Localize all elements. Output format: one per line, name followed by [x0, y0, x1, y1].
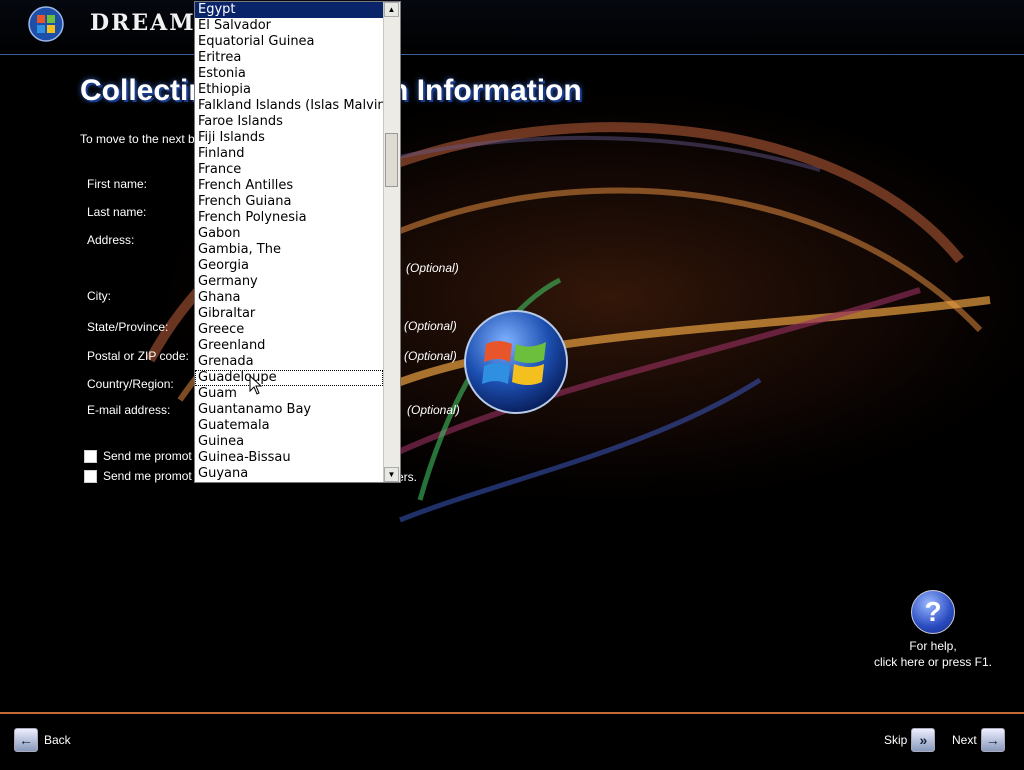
country-option[interactable]: Georgia: [195, 258, 383, 274]
country-option[interactable]: French Antilles: [195, 178, 383, 194]
postal-optional-label: (Optional): [404, 349, 457, 363]
country-dropdown-list[interactable]: Egypt El Salvador Equatorial Guinea Eritrea…: [194, 1, 401, 483]
country-option[interactable]: Equatorial Guinea: [195, 34, 383, 50]
promo-checkbox-1[interactable]: [84, 449, 97, 463]
country-option[interactable]: Gabon: [195, 226, 383, 242]
country-option[interactable]: El Salvador: [195, 18, 383, 34]
windows-orb-icon: [464, 310, 568, 414]
promo-checkbox-row-1[interactable]: Send me promot: [84, 449, 192, 463]
windows-logo-icon: [28, 6, 64, 42]
help-link[interactable]: ? For help, click here or press F1.: [858, 590, 1008, 670]
country-option[interactable]: Falkland Islands (Islas Malvinas): [195, 98, 383, 114]
country-option[interactable]: France: [195, 162, 383, 178]
help-question-icon[interactable]: ?: [911, 590, 955, 634]
country-option[interactable]: Grenada: [195, 354, 383, 370]
country-option[interactable]: Germany: [195, 274, 383, 290]
country-option[interactable]: French Guiana: [195, 194, 383, 210]
back-label: Back: [44, 733, 71, 747]
country-option[interactable]: Estonia: [195, 66, 383, 82]
address2-optional-label: (Optional): [406, 261, 459, 275]
country-option[interactable]: Gambia, The: [195, 242, 383, 258]
promo-checkbox-row-2[interactable]: Send me promot: [84, 469, 192, 483]
postal-label: Postal or ZIP code:: [87, 349, 189, 363]
skip-label: Skip: [884, 733, 908, 747]
country-list-scrollbar[interactable]: ▲ ▼: [383, 2, 400, 482]
country-option[interactable]: Greenland: [195, 338, 383, 354]
country-option[interactable]: Fiji Islands: [195, 130, 383, 146]
help-text-line2: click here or press F1.: [873, 655, 993, 669]
scroll-up-arrow-icon[interactable]: ▲: [384, 2, 399, 17]
help-text-line1: For help,: [909, 639, 957, 653]
back-arrow-icon: ←: [14, 728, 38, 752]
country-option[interactable]: French Polynesia: [195, 210, 383, 226]
country-option[interactable]: Finland: [195, 146, 383, 162]
email-label: E-mail address:: [87, 403, 171, 417]
country-option[interactable]: Ghana: [195, 290, 383, 306]
country-option[interactable]: Gibraltar: [195, 306, 383, 322]
country-option[interactable]: Guadeloupe: [195, 370, 383, 386]
country-option[interactable]: Ethiopia: [195, 82, 383, 98]
next-button[interactable]: Next →: [952, 728, 1005, 752]
country-label: Country/Region:: [87, 377, 174, 391]
address-label: Address:: [87, 233, 135, 247]
instructions-text: To move to the next b: [80, 132, 195, 146]
promo-checkbox-1-label: Send me promot: [103, 449, 192, 463]
state-optional-label: (Optional): [404, 319, 457, 333]
next-label: Next: [952, 733, 977, 747]
country-option[interactable]: Guantanamo Bay: [195, 402, 383, 418]
scroll-down-arrow-icon[interactable]: ▼: [384, 467, 399, 482]
country-list-items: Egypt El Salvador Equatorial Guinea Eritrea…: [195, 2, 383, 482]
state-label: State/Province:: [87, 320, 169, 334]
promo-checkbox-2[interactable]: [84, 469, 97, 483]
header-bar: DREAM: [0, 0, 1024, 55]
footer-bar: ← Back Skip » Next →: [0, 712, 1024, 770]
brand-title: DREAM: [90, 10, 196, 36]
country-option[interactable]: Faroe Islands: [195, 114, 383, 130]
next-arrow-icon: →: [980, 728, 1005, 752]
country-option[interactable]: Guam: [195, 386, 383, 402]
promo-checkbox-2-label: Send me promot: [103, 469, 192, 483]
country-option[interactable]: Guinea: [195, 434, 383, 450]
scrollbar-thumb[interactable]: [385, 133, 398, 187]
first-name-label: First name:: [87, 177, 148, 191]
last-name-label: Last name:: [87, 205, 147, 219]
country-option[interactable]: Egypt: [195, 2, 383, 18]
country-option[interactable]: Guyana: [195, 466, 383, 482]
back-button[interactable]: ← Back: [14, 728, 71, 752]
skip-button[interactable]: Skip »: [884, 728, 936, 752]
mouse-pointer-icon: [249, 375, 263, 395]
country-option[interactable]: Eritrea: [195, 50, 383, 66]
country-option[interactable]: Greece: [195, 322, 383, 338]
city-label: City:: [87, 289, 111, 303]
country-option[interactable]: Guatemala: [195, 418, 383, 434]
skip-forward-icon: »: [911, 728, 936, 752]
email-optional-label: (Optional): [407, 403, 460, 417]
country-option[interactable]: Guinea-Bissau: [195, 450, 383, 466]
